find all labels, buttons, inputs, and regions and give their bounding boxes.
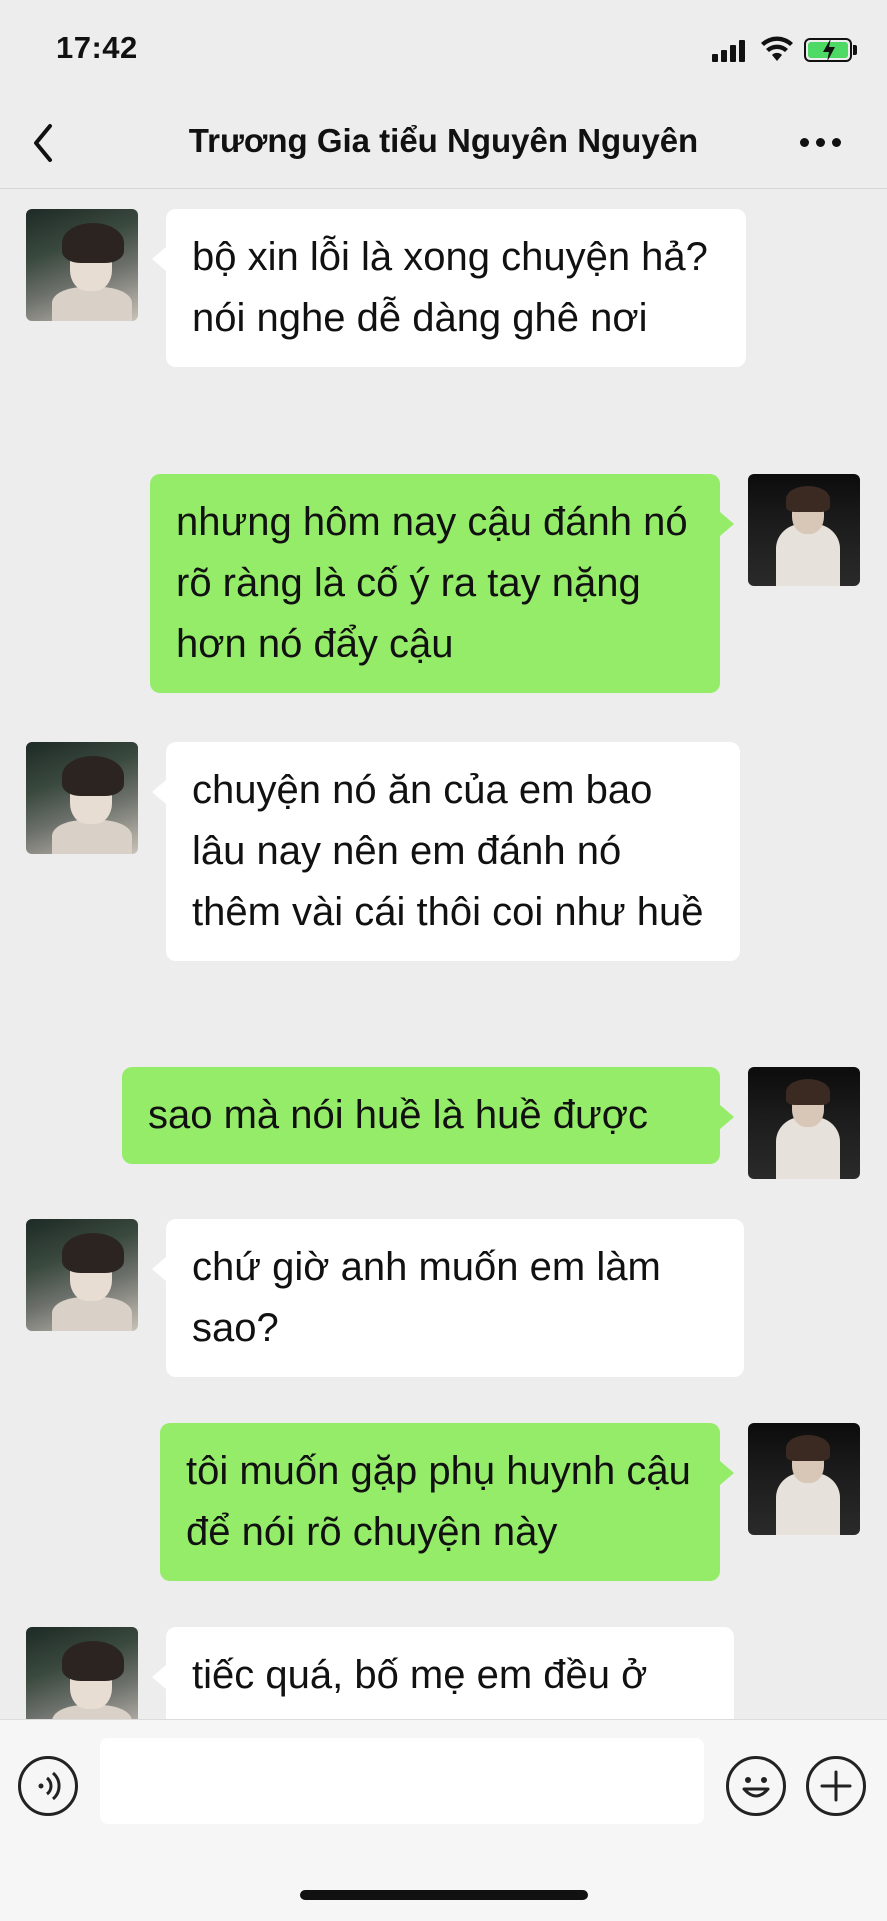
contact-avatar[interactable] <box>26 742 138 854</box>
user-avatar[interactable] <box>748 1423 860 1535</box>
more-icon[interactable] <box>800 138 846 150</box>
emoji-icon <box>742 1777 770 1798</box>
status-bar: 17:42 <box>0 0 887 100</box>
plus-icon <box>820 1770 852 1802</box>
wifi-icon <box>761 36 793 61</box>
contact-avatar[interactable] <box>26 1219 138 1331</box>
received-message[interactable]: bộ xin lỗi là xong chuyện hả? nói nghe d… <box>152 209 746 367</box>
sent-message[interactable]: sao mà nói huề là huề được <box>122 1067 734 1164</box>
contact-avatar[interactable] <box>26 1627 138 1719</box>
received-message[interactable]: chuyện nó ăn của em bao lâu nay nên em đ… <box>152 742 740 961</box>
signal-icon <box>712 38 752 62</box>
received-message[interactable]: tiếc quá, bố mẹ em đều ở <box>152 1627 734 1719</box>
message-input[interactable] <box>100 1738 704 1824</box>
sent-message[interactable]: nhưng hôm nay cậu đánh nó rõ ràng là cố … <box>150 474 734 693</box>
battery-cap <box>853 45 857 55</box>
chat-title: Trương Gia tiểu Nguyên Nguyên <box>188 122 699 159</box>
user-avatar[interactable] <box>748 1067 860 1179</box>
voice-icon <box>38 1771 61 1801</box>
nav-bar: Trương Gia tiểu Nguyên Nguyên <box>0 100 887 189</box>
plus-button[interactable] <box>806 1756 866 1816</box>
contact-avatar[interactable] <box>26 209 138 321</box>
received-message[interactable]: chứ giờ anh muốn em làm sao? <box>152 1219 744 1377</box>
status-time: 17:42 <box>56 30 138 65</box>
sent-message[interactable]: tôi muốn gặp phụ huynh cậu để nói rõ chu… <box>160 1423 734 1581</box>
message-list[interactable]: bộ xin lỗi là xong chuyện hả? nói nghe d… <box>0 189 887 1719</box>
user-avatar[interactable] <box>748 474 860 586</box>
emoji-button[interactable] <box>726 1756 786 1816</box>
home-indicator[interactable] <box>300 1890 588 1900</box>
voice-button[interactable] <box>18 1756 78 1816</box>
charging-bolt-icon <box>823 38 835 62</box>
